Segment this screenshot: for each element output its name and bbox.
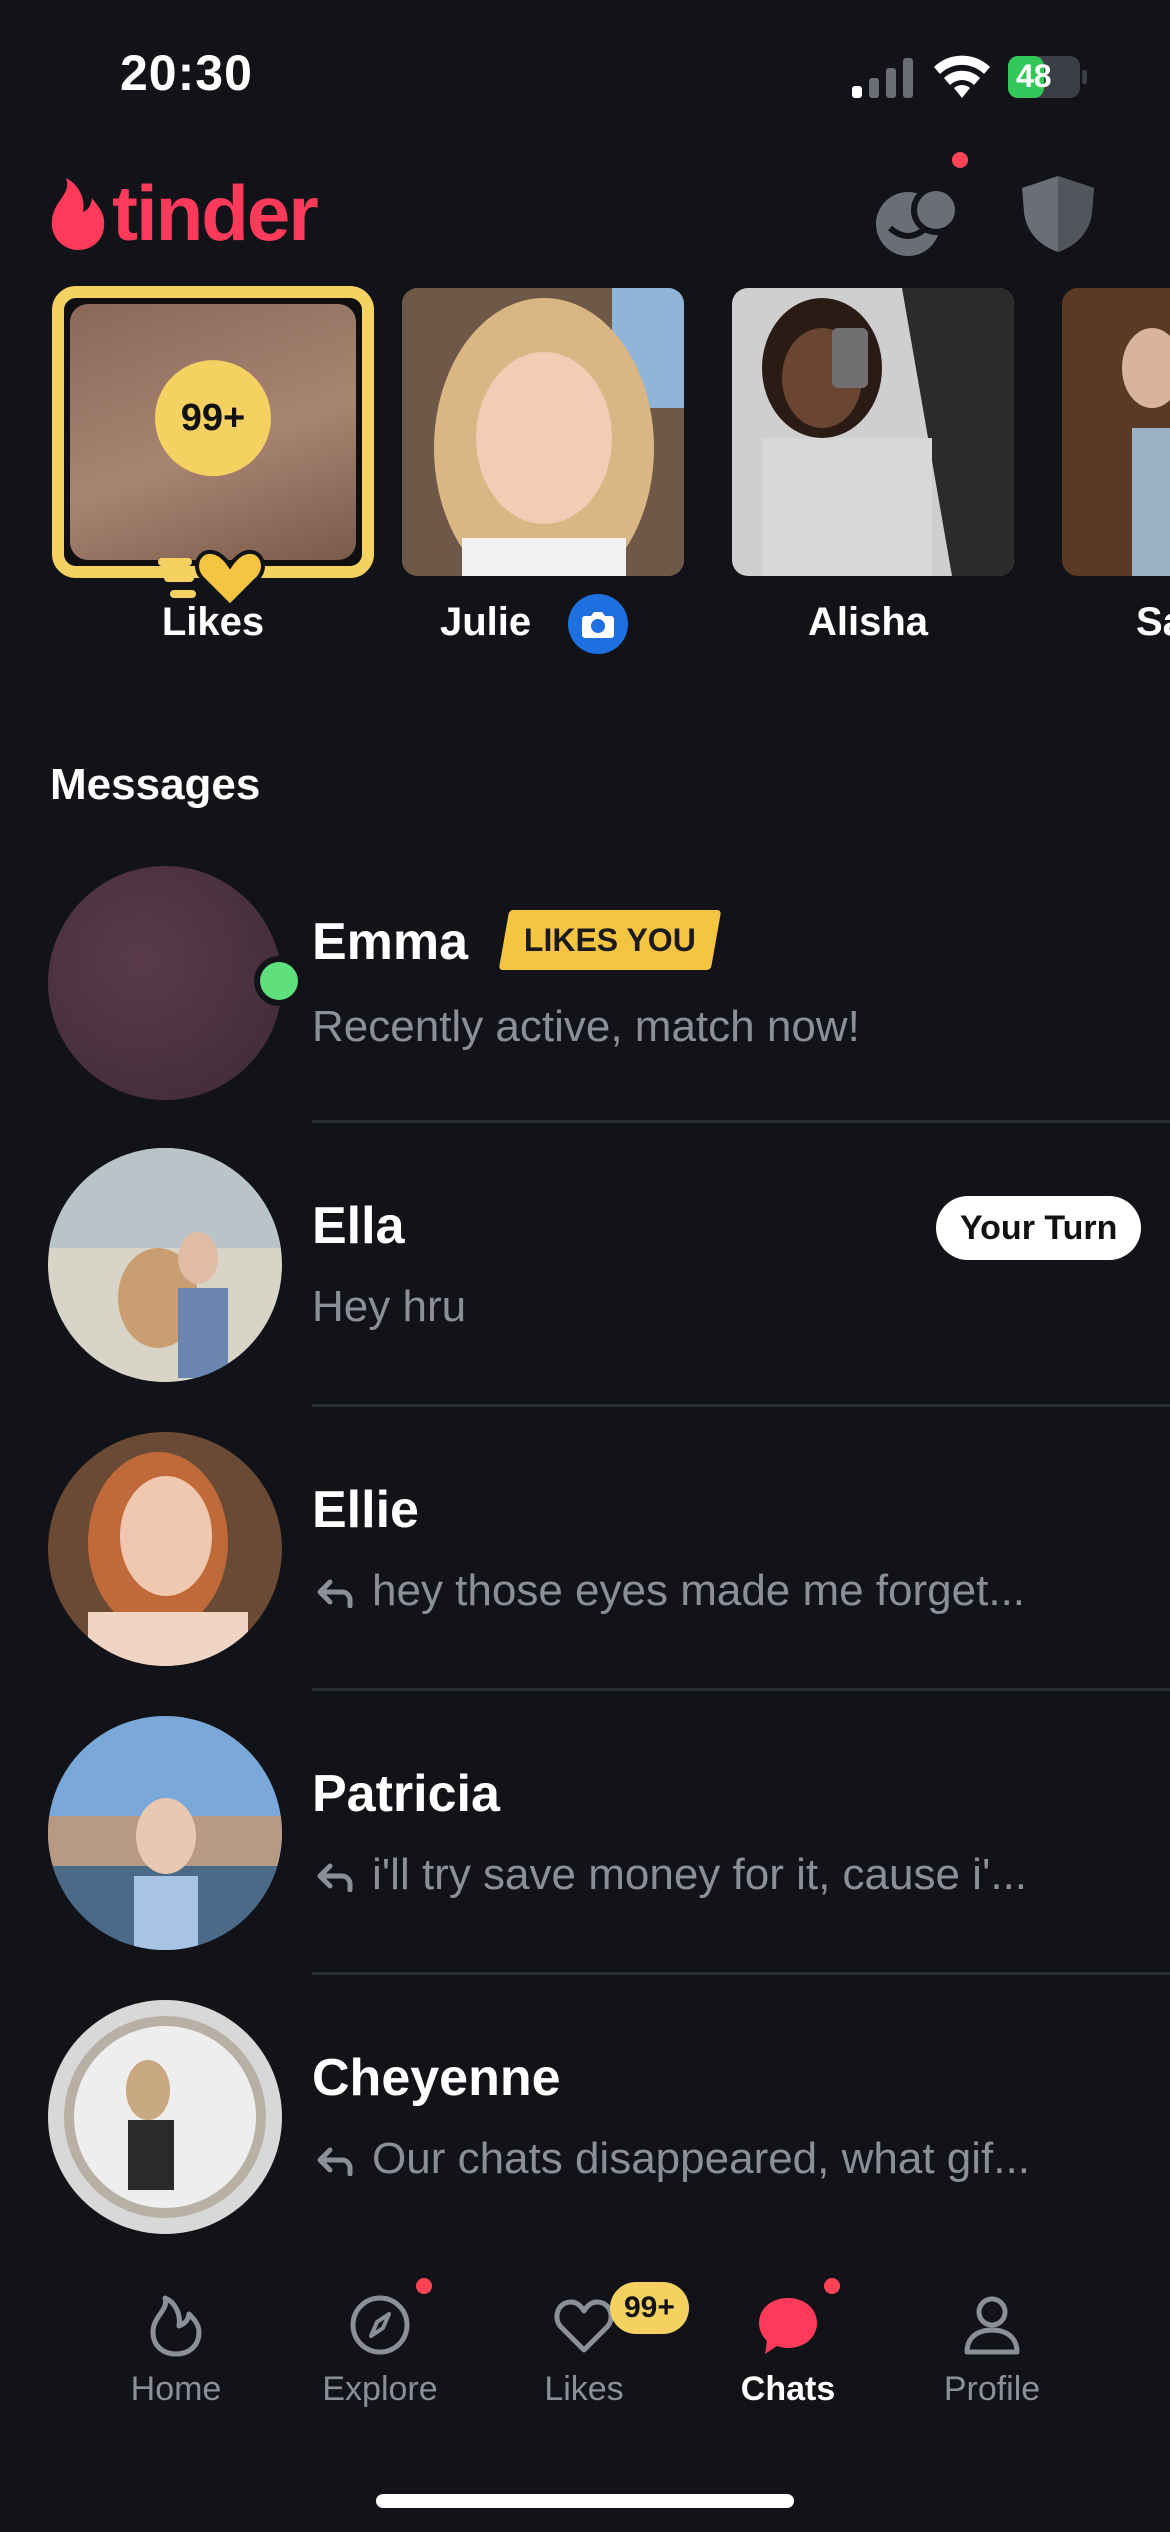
likes-you-badge: LIKES YOU [498,910,722,970]
match-photo [1062,288,1170,576]
reply-arrow-icon [317,1863,353,1892]
divider [312,1120,1170,1123]
match-thumb-sa[interactable] [1062,288,1170,576]
tab-explore[interactable]: Explore [280,2290,480,2409]
message-preview: Our chats disappeared, what gif... [372,2134,1030,2183]
tab-label: Home [130,2370,222,2408]
contact-name: Patricia [312,1765,500,1823]
your-turn-badge: Your Turn [936,1196,1142,1260]
divider [312,1972,1170,1975]
message-preview: i'll try save money for it, cause i'... [372,1850,1028,1899]
conversation-row[interactable]: Emma Recently active, match now! [0,862,1170,1146]
home-indicator[interactable] [376,2494,794,2508]
blurred-likes-preview: 99+ [70,304,356,560]
online-indicator [254,956,304,1006]
contact-name: Cheyenne [312,2049,561,2107]
avatar [48,1432,282,1666]
likes-tab-badge: 99+ [610,2282,689,2334]
compass-icon [350,2295,410,2355]
avatar [48,1148,282,1382]
battery-icon: 48 [1008,56,1088,98]
double-date-icon [876,185,961,256]
chat-bubble-icon [759,2298,817,2354]
match-thumb-alisha[interactable] [732,288,1014,576]
camera-icon [582,612,614,638]
divider [312,1688,1170,1691]
chats-notification-dot [824,2278,840,2294]
message-preview: hey those eyes made me forget... [372,1566,1026,1615]
likes-card[interactable]: 99+ [52,286,374,578]
conversation-row[interactable]: Ella Hey hru [0,1146,1170,1430]
avatar [48,1716,282,1950]
tab-label: Profile [943,2370,1041,2408]
camera-badge [568,594,628,654]
logo-wordmark: tinder [112,168,319,257]
likes-you-label: LIKES YOU [524,921,696,958]
match-photo [732,288,1014,576]
likes-count-badge: 99+ [155,360,271,477]
contact-name: Ella [312,1197,405,1255]
wifi-icon [934,55,990,98]
reply-arrow-icon [317,1579,353,1608]
notification-dot [952,152,968,168]
explore-notification-dot [416,2278,432,2294]
tinder-logo: tinder [48,168,319,258]
tab-profile[interactable]: Profile [892,2290,1092,2409]
heart-icon [554,2299,614,2353]
conversation-row[interactable]: Ellie hey those eyes made me forget... [0,1430,1170,1714]
conversation-row[interactable]: Patricia i'll try save money for it, cau… [0,1714,1170,1998]
match-thumb-julie[interactable] [402,288,684,576]
likes-label: Likes [161,600,265,644]
status-time: 20:30 [120,45,253,101]
flame-outline-icon [150,2295,202,2357]
messages-title: Messages [50,760,261,809]
match-name-sa: Sa [1136,600,1170,644]
contact-name: Ellie [312,1481,419,1539]
cellular-signal-icon [852,58,913,98]
conversation-row[interactable]: Cheyenne Our chats disappeared, what gif… [0,1998,1170,2282]
tab-home[interactable]: Home [76,2290,276,2409]
tab-chats[interactable]: Chats [688,2290,888,2409]
avatar [48,866,282,1100]
flame-logo-icon [51,178,105,250]
shield-icon [1022,176,1094,252]
contact-name: Emma [312,913,469,971]
match-photo [402,288,684,576]
match-name-alisha: Alisha [808,600,929,644]
tab-label: Explore [322,2370,438,2408]
avatar [48,2000,282,2234]
message-preview: Recently active, match now! [312,1002,860,1051]
battery-level: 48 [1016,58,1052,94]
reply-arrow-icon [317,2147,353,2176]
person-icon [964,2296,1020,2355]
double-date-button[interactable] [868,152,968,262]
tab-label: Likes [544,2370,624,2408]
message-preview: Hey hru [312,1282,467,1331]
divider [312,1404,1170,1407]
safety-button[interactable] [1016,172,1116,262]
tab-label: Chats [740,2370,836,2408]
match-name-julie: Julie [440,600,532,644]
